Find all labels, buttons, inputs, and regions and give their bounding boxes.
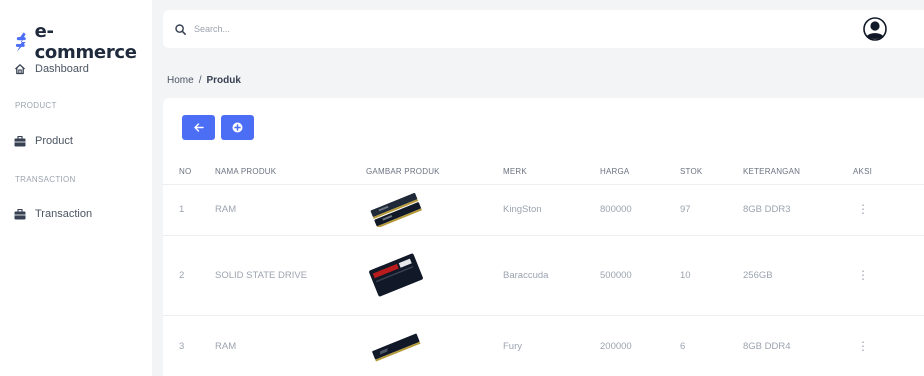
cell-aksi: ⋮	[853, 183, 924, 235]
sidebar-item-dashboard[interactable]: Dashboard	[14, 63, 89, 75]
section-title-transaction: TRANSACTION	[15, 175, 76, 184]
breadcrumb-separator: /	[198, 75, 202, 86]
cell-nama-produk: RAM	[215, 183, 366, 235]
breadcrumb-current: Produk	[206, 75, 241, 86]
row-actions-kebab-icon[interactable]: ⋮	[853, 340, 869, 352]
row-actions-kebab-icon[interactable]: ⋮	[853, 203, 869, 215]
add-product-button[interactable]	[221, 115, 254, 140]
arrow-left-icon	[193, 123, 204, 132]
cell-nama-produk: RAM	[215, 314, 366, 376]
cell-harga: 800000	[600, 183, 680, 235]
sidebar-item-transaction[interactable]: Transaction	[14, 208, 92, 220]
table-row: 1 RAM KingSton 800000 97 8GB DDR3 ⋮	[163, 183, 924, 235]
cell-gambar-produk	[366, 234, 503, 315]
cell-keterangan: 8GB DDR4	[743, 314, 853, 376]
brand-name: e-commerce	[34, 21, 137, 63]
cell-harga: 200000	[600, 314, 680, 376]
sidebar-item-label: Dashboard	[35, 63, 89, 75]
search-icon	[175, 23, 186, 35]
cell-nama-produk: SOLID STATE DRIVE	[215, 234, 366, 315]
back-button[interactable]	[182, 115, 215, 140]
column-header-no: NO	[179, 167, 192, 177]
product-table: NO NAMA PRODUK GAMBAR PRODUK MERK HARGA …	[163, 160, 924, 376]
cell-keterangan: 256GB	[743, 234, 853, 315]
cell-merk: Baraccuda	[503, 234, 600, 315]
sidebar-item-product[interactable]: Product	[14, 135, 73, 147]
briefcase-icon	[14, 208, 26, 219]
cell-no: 2	[163, 234, 215, 315]
table-row: 2 SOLID STATE DRIVE Baraccuda 500000 10	[163, 234, 924, 315]
brand-logo[interactable]: e-commerce	[14, 21, 152, 63]
cell-no: 1	[163, 183, 215, 235]
sidebar-item-label: Transaction	[35, 208, 93, 220]
cell-merk: KingSton	[503, 183, 600, 235]
row-actions-kebab-icon[interactable]: ⋮	[853, 269, 869, 281]
section-title-product: PRODUCT	[15, 101, 57, 110]
cell-merk: Fury	[503, 314, 600, 376]
plus-circle-icon	[232, 122, 243, 133]
cell-aksi: ⋮	[853, 314, 924, 376]
column-header-keterangan: KETERANGAN	[743, 167, 801, 177]
column-header-aksi: AKSI	[853, 167, 873, 177]
breadcrumb-home[interactable]: Home	[167, 75, 194, 86]
home-icon	[15, 64, 25, 75]
breadcrumb: Home / Produk	[167, 75, 241, 86]
column-header-harga: HARGA	[600, 167, 630, 177]
topbar	[163, 10, 924, 48]
cell-aksi: ⋮	[853, 234, 924, 315]
dollar-sign-icon	[15, 32, 26, 52]
sidebar: e-commerce Dashboard PRODUCT Product TRA…	[0, 0, 152, 376]
sidebar-item-label: Product	[35, 135, 73, 147]
cell-gambar-produk	[366, 314, 503, 376]
briefcase-icon	[14, 135, 26, 146]
column-header-nama-produk: NAMA PRODUK	[215, 167, 277, 177]
cell-stok: 97	[680, 183, 743, 235]
cell-harga: 500000	[600, 234, 680, 315]
cell-keterangan: 8GB DDR3	[743, 183, 853, 235]
ssd-image	[369, 253, 423, 297]
user-avatar-icon[interactable]	[863, 17, 887, 41]
column-header-merk: MERK	[503, 167, 527, 177]
cell-gambar-produk	[366, 183, 503, 235]
cell-stok: 6	[680, 314, 743, 376]
cell-no: 3	[163, 314, 215, 376]
cell-stok: 10	[680, 234, 743, 315]
search-input[interactable]	[194, 24, 314, 34]
ram-dual-image	[370, 192, 422, 227]
table-header-row: NO NAMA PRODUK GAMBAR PRODUK MERK HARGA …	[163, 160, 924, 184]
search-box[interactable]	[175, 20, 325, 38]
product-card: NO NAMA PRODUK GAMBAR PRODUK MERK HARGA …	[163, 98, 924, 376]
table-row: 3 RAM Fury 200000 6 8GB DDR4 ⋮	[163, 314, 924, 376]
column-header-stok: STOK	[680, 167, 703, 177]
ram-single-image	[372, 333, 421, 362]
column-header-gambar-produk: GAMBAR PRODUK	[366, 167, 440, 177]
